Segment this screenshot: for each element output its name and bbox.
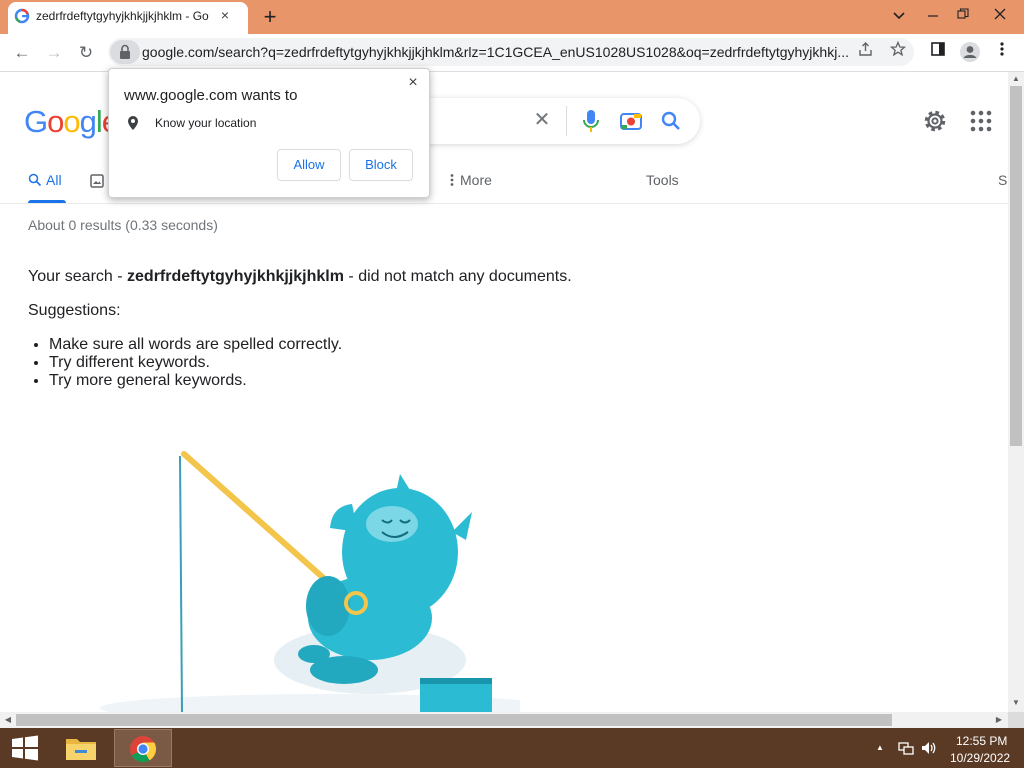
voice-search-icon[interactable]: [582, 109, 600, 133]
search-query: zedrfrdeftytgyhyjkhkjjkjhklm: [127, 268, 344, 285]
tab-partial[interactable]: S: [998, 172, 1007, 188]
chrome-icon: [130, 736, 157, 763]
chrome-taskbar-button[interactable]: [114, 729, 172, 767]
suggestion-item: Try more general keywords.: [49, 372, 342, 390]
camera-search-icon[interactable]: [619, 109, 643, 133]
logo-letter: o: [47, 104, 64, 139]
vertical-scroll-thumb[interactable]: [1010, 86, 1022, 446]
permission-title: www.google.com wants to: [124, 87, 298, 104]
no-results-message: Your search - zedrfrdeftytgyhyjkhkjjkjhk…: [28, 268, 572, 286]
tab-close-button[interactable]: ×: [216, 6, 234, 24]
tab-more-label: More: [460, 172, 492, 188]
chevron-down-icon: [893, 12, 905, 20]
clock-time[interactable]: 12:55 PM: [956, 734, 1007, 748]
volume-icon[interactable]: [920, 740, 938, 756]
new-tab-button[interactable]: +: [258, 5, 282, 29]
share-button[interactable]: [854, 41, 878, 65]
settings-gear-icon[interactable]: [922, 108, 948, 134]
suggestion-item: Make sure all words are spelled correctl…: [49, 336, 342, 354]
kebab-menu-icon: [1000, 42, 1004, 56]
back-button[interactable]: ←: [9, 40, 35, 66]
lock-icon: [120, 44, 130, 59]
scroll-down-arrow-icon[interactable]: ▼: [1010, 698, 1022, 707]
clear-search-button[interactable]: ✕: [530, 108, 554, 132]
google-apps-icon[interactable]: [968, 108, 994, 134]
restore-icon: [957, 8, 969, 19]
forward-button[interactable]: →: [41, 40, 67, 66]
avatar-icon: [960, 42, 980, 62]
scroll-left-arrow-icon[interactable]: ◀: [2, 715, 14, 724]
no-results-suffix: - did not match any documents.: [343, 268, 572, 285]
logo-letter: o: [63, 104, 80, 139]
allow-button[interactable]: Allow: [277, 149, 341, 181]
side-panel-button[interactable]: [926, 41, 950, 65]
tray-overflow-button[interactable]: ▲: [876, 743, 884, 752]
url-text[interactable]: google.com/search?q=zedrfrdeftytgyhyjkhk…: [142, 44, 852, 60]
google-favicon-icon: [14, 8, 30, 24]
horizontal-scroll-thumb[interactable]: [16, 714, 892, 726]
search-icon[interactable]: [660, 110, 682, 132]
close-icon: [994, 8, 1006, 20]
reload-button[interactable]: ↻: [73, 40, 99, 66]
search-icon: [28, 173, 42, 187]
permission-description: Know your location: [155, 116, 257, 130]
scroll-up-arrow-icon[interactable]: ▲: [1010, 74, 1022, 83]
side-panel-icon: [931, 42, 945, 56]
share-icon: [859, 42, 872, 56]
scrollbar-corner: [1008, 712, 1024, 728]
nav-divider: [0, 203, 1008, 204]
tab-tools[interactable]: Tools: [646, 172, 679, 188]
suggestion-item: Try different keywords.: [49, 354, 342, 372]
site-info-button[interactable]: [110, 40, 140, 64]
restore-button[interactable]: [946, 0, 980, 30]
star-icon: [889, 40, 907, 57]
suggestions-list: Make sure all words are spelled correctl…: [49, 336, 342, 390]
no-results-prefix: Your search -: [28, 268, 128, 285]
tab-all[interactable]: All: [28, 172, 62, 188]
fishing-yeti-illustration: [100, 451, 520, 712]
tab-more[interactable]: More: [450, 172, 492, 188]
result-stats: About 0 results (0.33 seconds): [28, 217, 218, 233]
browser-menu-button[interactable]: [990, 41, 1014, 65]
kebab-menu-icon: [450, 174, 454, 186]
images-tab-icon[interactable]: [90, 174, 104, 188]
minimize-button[interactable]: [916, 0, 950, 30]
network-icon[interactable]: [898, 740, 914, 756]
file-explorer-icon[interactable]: [62, 731, 100, 765]
block-button[interactable]: Block: [349, 149, 413, 181]
suggestions-heading: Suggestions:: [28, 302, 121, 319]
tab-search-button[interactable]: [882, 0, 916, 30]
profile-button[interactable]: [958, 41, 982, 65]
logo-letter: G: [24, 104, 48, 139]
close-window-button[interactable]: [980, 0, 1020, 30]
scroll-right-arrow-icon[interactable]: ▶: [993, 715, 1005, 724]
minimize-icon: [928, 15, 938, 17]
google-logo[interactable]: Google: [24, 104, 119, 140]
search-divider: [566, 106, 567, 136]
tab-all-label: All: [46, 172, 62, 188]
bookmark-button[interactable]: [886, 40, 910, 65]
tab-title: zedrfrdeftytgyhyjkhkjjkjhklm - Go: [36, 9, 209, 23]
permission-close-button[interactable]: ×: [402, 72, 424, 94]
logo-letter: g: [79, 104, 97, 139]
clock-date[interactable]: 10/29/2022: [950, 751, 1010, 765]
windows-start-icon[interactable]: [8, 733, 42, 763]
location-pin-icon: [128, 116, 138, 130]
